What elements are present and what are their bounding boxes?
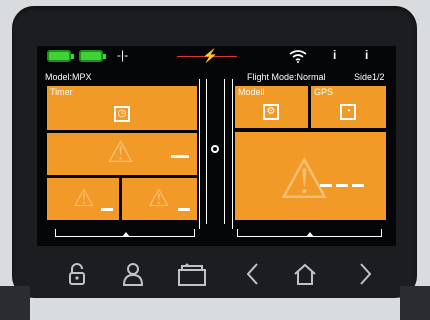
gps-dish-icon: ◔: [340, 104, 356, 120]
value-dash: [320, 184, 332, 187]
left-trim-cap-l: [55, 229, 56, 237]
wifi-icon: [289, 49, 307, 66]
home-icon[interactable]: [292, 262, 318, 290]
warning-icon: ⚠: [73, 185, 95, 212]
temperature-2-icon: i: [365, 48, 369, 62]
stopwatch-icon: ◷: [114, 106, 130, 122]
side-indicator: Side1/2: [354, 72, 385, 82]
gps-tile[interactable]: GPS ◔: [311, 86, 386, 128]
link-icon: -|-: [117, 48, 129, 62]
right-tile-large[interactable]: ⚠: [235, 132, 386, 220]
status-bar: -|- ⚡ i i: [37, 46, 396, 68]
left-tile-middle[interactable]: ⚠: [47, 133, 197, 175]
device-stand-right: [400, 286, 430, 320]
right-trim-cap-l: [237, 229, 238, 237]
right-trim-cap-r: [381, 229, 382, 237]
warning-icon: ⚠: [279, 147, 330, 210]
warning-icon: ⚠: [148, 185, 170, 212]
gps-title: GPS: [314, 87, 334, 97]
settings-icon: ⚙: [263, 104, 279, 120]
center-knob: [211, 145, 219, 153]
left-frame-line: [199, 79, 200, 229]
timer-title: Timer: [50, 87, 73, 97]
warning-icon: ⚠: [107, 136, 134, 169]
right-trim-marker: [306, 232, 314, 237]
value-dash: [171, 155, 189, 158]
value-dash: [178, 208, 190, 211]
chevron-left-icon[interactable]: [240, 262, 266, 290]
value-dash: [336, 184, 348, 187]
user-icon[interactable]: [120, 262, 146, 290]
model-name: Model:MPX: [45, 72, 92, 82]
left-trim-marker: [122, 232, 130, 237]
chevron-right-icon[interactable]: [352, 262, 378, 290]
left-tile-bottom-2[interactable]: ⚠: [122, 178, 197, 220]
timer-tile[interactable]: Timer ◷: [47, 86, 197, 130]
flight-mode: Flight Mode:Normal: [247, 72, 326, 82]
left-trim-cap-r: [194, 229, 195, 237]
rf-alert-icon: ⚡: [202, 48, 219, 63]
modell-tile[interactable]: Modell ⚙: [235, 86, 308, 128]
left-tile-bottom-1[interactable]: ⚠: [47, 178, 119, 220]
center-divider-left: [206, 79, 207, 224]
modell-title: Modell: [238, 87, 265, 97]
model-icon[interactable]: [176, 262, 206, 290]
display-screen: -|- ⚡ i i Model:MPX Flight Mode:Normal S…: [37, 46, 396, 246]
battery-2-icon: [79, 50, 106, 62]
unlock-icon[interactable]: [64, 262, 90, 290]
device-stand-left: [0, 286, 30, 320]
temperature-1-icon: i: [333, 48, 337, 62]
center-divider-right: [224, 79, 225, 224]
battery-1-icon: [47, 50, 74, 62]
value-dash: [101, 208, 113, 211]
right-frame-line: [232, 79, 233, 229]
value-dash: [352, 184, 364, 187]
